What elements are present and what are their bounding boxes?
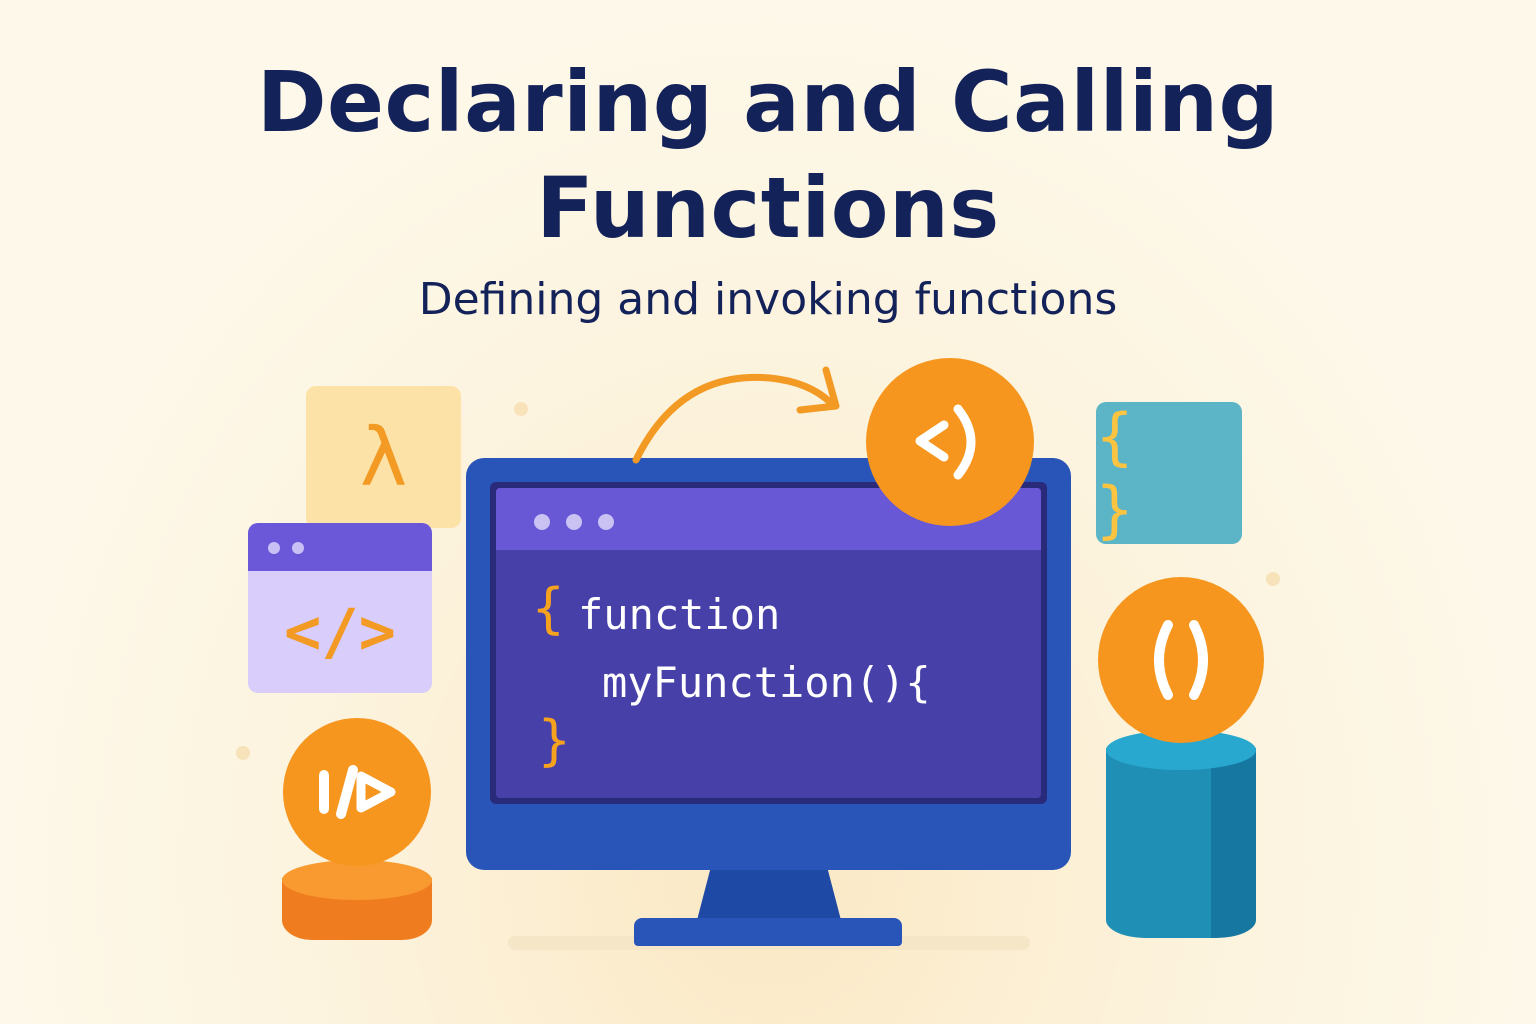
window-dot-icon: [566, 514, 582, 530]
parentheses-glyph: [1154, 620, 1208, 700]
curly-braces-icon: { }: [1096, 400, 1148, 546]
browser-window-tile: </>: [248, 523, 432, 693]
code-close-brace: }: [538, 709, 571, 772]
code-keyword: function: [578, 590, 781, 639]
page-title-line-1: Declaring and Calling: [256, 53, 1280, 151]
window-dot-icon: [534, 514, 550, 530]
right-pedestal: [1106, 748, 1256, 938]
lambda-tile: λ: [306, 386, 461, 528]
monitor-base: [634, 918, 902, 946]
code-play-circle-icon: [283, 718, 431, 866]
braces-tile: { }: [1096, 400, 1242, 546]
decor-dot: [236, 746, 250, 760]
parentheses-circle-icon: [1098, 577, 1264, 743]
browser-title-bar: [248, 523, 432, 571]
window-dot-icon: [292, 542, 304, 554]
code-open-brace: {: [532, 577, 565, 640]
page-subtitle: Defining and invoking functions: [418, 274, 1118, 325]
decor-dot: [1266, 572, 1280, 586]
curved-arrow-icon: [632, 366, 840, 464]
html-tag-icon: </>: [284, 594, 396, 668]
decor-dot: [514, 402, 528, 416]
monitor-neck: [696, 868, 842, 924]
page-title-line-2: Functions: [536, 159, 1000, 257]
lambda-icon: λ: [359, 410, 408, 504]
window-dot-icon: [598, 514, 614, 530]
left-pedestal-top: [282, 860, 432, 900]
window-dot-icon: [268, 542, 280, 554]
code-bracket-glyph: [915, 404, 976, 480]
code-play-glyph: [319, 765, 396, 819]
monitor-screen: { function myFunction(){ }: [490, 482, 1047, 804]
code-function-name: myFunction(){: [602, 658, 931, 707]
code-editor: { function myFunction(){ }: [496, 488, 1041, 798]
code-bracket-circle-icon: [866, 358, 1034, 526]
